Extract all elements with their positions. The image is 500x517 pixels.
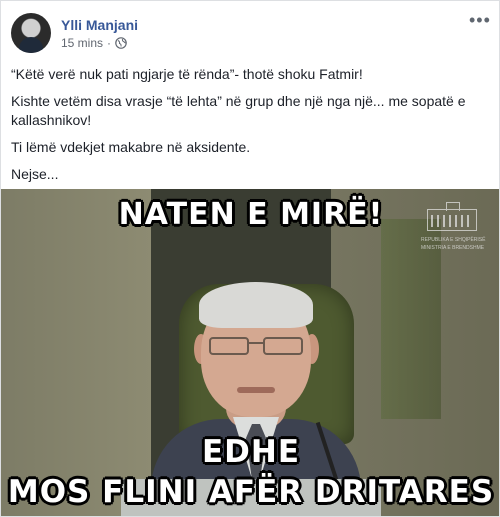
meme-bottom-caption: MOS FLINI AFËR DRITARES [7,474,495,510]
logo-text: MINISTRIA E BRENDSHME [421,245,485,251]
post-image[interactable]: REPUBLIKA E SHQIPËRISË MINISTRIA E BREND… [1,189,499,516]
post-paragraph: Nejse... [11,166,59,182]
logo-text: REPUBLIKA E SHQIPËRISË [421,237,486,243]
post-header: Ylli Manjani 15 mins · ••• [11,11,491,55]
globe-icon[interactable] [115,37,127,49]
meme-top-caption: NATEN E MIRË! [118,197,384,232]
post-meta: 15 mins · [61,36,127,50]
post-paragraph: “Këtë verë nuk pati ngjarje të rënda”- t… [11,66,363,82]
meme-middle-caption: EDHE [201,434,301,470]
post-paragraph: Kishte vetëm disa vrasje “të lehta” në g… [11,93,466,128]
post-paragraph: Ti lëmë vdekjet makabre në aksidente. [11,139,251,155]
more-options-icon[interactable]: ••• [469,11,490,31]
meta-separator: · [107,36,112,50]
post-timestamp[interactable]: 15 mins [61,36,103,50]
mouth [237,387,275,393]
author-name-link[interactable]: Ylli Manjani [61,17,138,33]
hair [199,282,313,328]
post-body: “Këtë verë nuk pati ngjarje të rënda”- t… [11,65,491,192]
author-avatar[interactable] [11,13,51,53]
glasses [209,337,303,357]
facebook-post: Ylli Manjani 15 mins · ••• “Këtë verë nu… [0,0,500,517]
